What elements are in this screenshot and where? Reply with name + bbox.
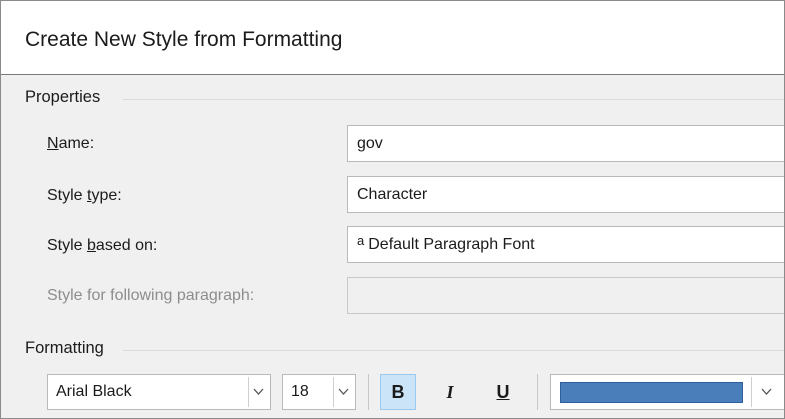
italic-button[interactable]: I	[432, 374, 468, 410]
formatting-divider	[123, 350, 784, 351]
toolbar-separator	[368, 374, 369, 410]
font-size-value: 18	[291, 383, 309, 400]
character-style-icon: a	[357, 233, 365, 248]
create-style-dialog: Create New Style from Formatting Propert…	[0, 0, 785, 419]
chevron-down-icon	[761, 388, 772, 395]
following-paragraph-label: Style for following paragraph:	[47, 287, 255, 304]
color-dropdown-button[interactable]	[751, 377, 781, 407]
name-label: Name:	[47, 135, 95, 152]
font-dropdown-button[interactable]	[248, 377, 268, 407]
toolbar-separator	[537, 374, 538, 410]
properties-heading: Properties	[25, 88, 101, 106]
following-paragraph-select[interactable]	[347, 277, 784, 314]
name-field[interactable]: gov	[347, 125, 784, 162]
bold-button[interactable]: B	[380, 374, 416, 410]
font-size-select[interactable]: 18	[282, 374, 356, 410]
name-value: gov	[357, 135, 383, 152]
style-type-value: Character	[357, 186, 428, 203]
font-name-value: Arial Black	[56, 383, 132, 400]
size-dropdown-button[interactable]	[333, 377, 353, 407]
formatting-heading: Formatting	[25, 339, 104, 357]
font-color-swatch	[560, 382, 743, 403]
style-based-on-value: Default Paragraph Font	[368, 236, 535, 253]
font-color-select[interactable]	[550, 374, 784, 410]
underline-button[interactable]: U	[485, 374, 521, 410]
style-based-on-label: Style based on:	[47, 237, 158, 254]
style-type-label: Style type:	[47, 187, 122, 204]
chevron-down-icon	[253, 388, 264, 395]
properties-divider	[123, 99, 784, 100]
dialog-title: Create New Style from Formatting	[25, 28, 343, 51]
font-name-select[interactable]: Arial Black	[47, 374, 271, 410]
style-type-select[interactable]: Character	[347, 176, 784, 213]
dialog-titlebar: Create New Style from Formatting	[1, 1, 784, 75]
style-based-on-select[interactable]: a Default Paragraph Font	[347, 226, 784, 263]
chevron-down-icon	[338, 388, 349, 395]
